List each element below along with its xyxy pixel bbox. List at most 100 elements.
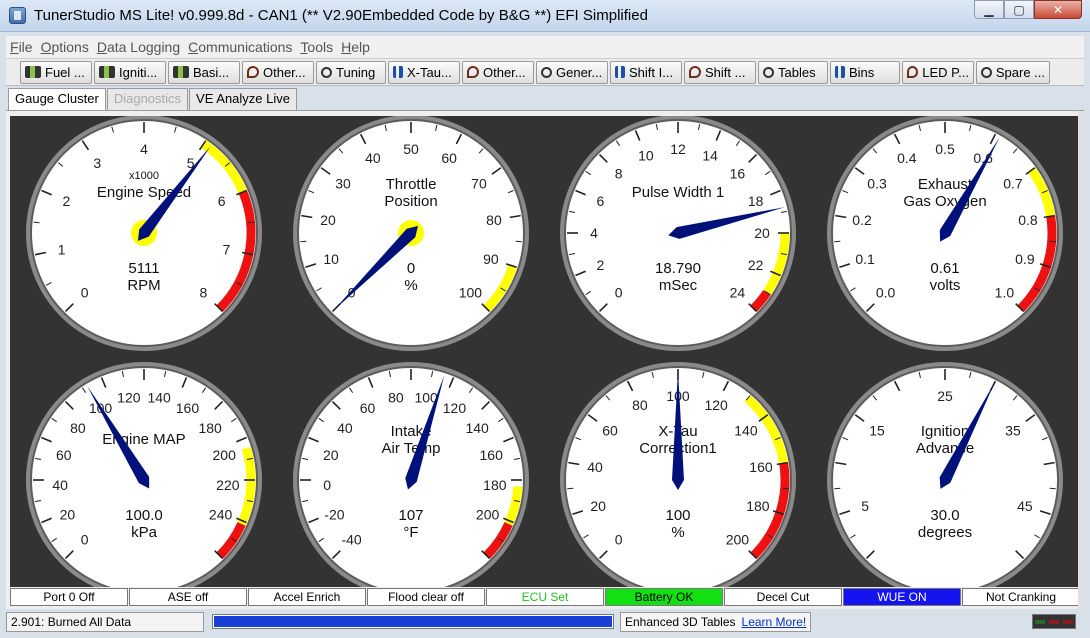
tick-label: 180 <box>483 477 507 493</box>
menu-options[interactable]: Options <box>37 39 93 55</box>
menu-help[interactable]: Help <box>337 39 374 55</box>
tick-label: 80 <box>388 389 404 405</box>
toolbar-button-1[interactable]: Fuel ... <box>20 60 92 84</box>
menu-file[interactable]: File <box>6 39 37 55</box>
gauge-title: Ignition <box>921 423 969 440</box>
gauge-value: 0 <box>407 260 415 277</box>
learn-more-link[interactable]: Learn More! <box>742 615 807 629</box>
indicator-accel-enrich: Accel Enrich <box>248 588 366 606</box>
gauge-value: 18.790 <box>655 260 701 277</box>
tick-label: 60 <box>441 150 457 166</box>
tick-label: 140 <box>465 420 489 436</box>
promo-area: Enhanced 3D Tables Learn More! <box>620 612 812 632</box>
tick-label: 90 <box>483 251 499 267</box>
toolbar-button-10[interactable]: Shift ... <box>684 60 756 84</box>
toolbar-button-7[interactable]: Other... <box>462 60 534 84</box>
maximize-button[interactable]: ▢ <box>1004 0 1034 19</box>
tick-label: 4 <box>590 225 598 241</box>
minimize-button[interactable]: ▁ <box>974 0 1004 19</box>
tick-label: 5 <box>861 498 869 514</box>
tick-label: 0.4 <box>897 150 917 166</box>
tick-label: 3 <box>93 155 101 171</box>
toolbar-button-label: Gener... <box>556 64 603 80</box>
menu-communications[interactable]: Communications <box>184 39 296 55</box>
gauge-value: 100.0 <box>125 507 163 524</box>
tick-label: 200 <box>213 447 237 463</box>
gauge-value: 100 <box>665 507 690 524</box>
tick-label: 16 <box>730 166 746 182</box>
gauge-6: -40-20020406080 100120140160180200IntakeA… <box>293 362 529 587</box>
menu-tools[interactable]: Tools <box>296 39 337 55</box>
tick-label: 40 <box>365 150 381 166</box>
tick-label: 12 <box>670 141 686 157</box>
menu-bar: File Options Data Logging Communications… <box>6 36 1084 58</box>
tick-label: 80 <box>70 420 86 436</box>
tick-label: 40 <box>587 459 603 475</box>
indicator-wue-on: WUE ON <box>843 588 961 606</box>
gauge-value: 5111 <box>128 260 159 277</box>
indicator-battery-ok: Battery OK <box>605 588 723 606</box>
toolbar-button-4[interactable]: Other... <box>242 60 314 84</box>
tick-label: 200 <box>726 531 750 547</box>
tick-label: 0.0 <box>876 284 896 300</box>
gauge-multiplier: x1000 <box>129 170 159 182</box>
tick-label: 140 <box>734 423 758 439</box>
tick-label: 120 <box>704 397 728 413</box>
connector-icon <box>25 66 41 78</box>
gauge-title: Position <box>384 193 437 210</box>
toolbar-button-13[interactable]: LED P... <box>902 60 974 84</box>
toolbar-button-label: LED P... <box>922 64 969 80</box>
window-controls: ▁ ▢ ✕ <box>974 0 1082 19</box>
minor-tick <box>33 221 40 224</box>
toolbar-button-14[interactable]: Spare ... <box>976 60 1050 84</box>
toolbar-button-6[interactable]: X-Tau... <box>388 60 460 84</box>
bars-icon <box>835 66 845 78</box>
toolbar-button-5[interactable]: Tuning <box>316 60 386 84</box>
tick-label: 120 <box>117 389 141 405</box>
connector-icon <box>173 66 189 78</box>
tick-label: 60 <box>602 423 618 439</box>
toolbar-button-12[interactable]: Bins <box>830 60 900 84</box>
gauge-5: 020406080100120140160180200220240Engine … <box>26 362 262 587</box>
tick-label: 180 <box>198 420 222 436</box>
tab-gauge-cluster[interactable]: Gauge Cluster <box>8 88 106 111</box>
tick-label: 20 <box>320 212 336 228</box>
gauge-value: 107 <box>398 507 423 524</box>
toolbar-button-11[interactable]: Tables <box>758 60 828 84</box>
tab-ve-analyze-live[interactable]: VE Analyze Live <box>189 88 297 110</box>
tick-label: -40 <box>341 531 361 547</box>
indicator-ase-off: ASE off <box>129 588 247 606</box>
toolbar-button-8[interactable]: Gener... <box>536 60 608 84</box>
gauge-units: kPa <box>131 524 158 541</box>
hammer-icon <box>467 66 479 78</box>
close-button[interactable]: ✕ <box>1034 0 1082 19</box>
tick-label: 0.9 <box>1015 251 1035 267</box>
gauge-title: Air Temp <box>382 440 441 457</box>
menu-data-logging[interactable]: Data Logging <box>93 39 184 55</box>
tick-label: 100 <box>459 284 483 300</box>
tick-label: 0.7 <box>1003 176 1023 192</box>
gauge-units: degrees <box>918 524 972 541</box>
tick-label: 50 <box>403 141 419 157</box>
tick-label: 120 <box>443 400 467 416</box>
tick-label: 0.1 <box>855 251 875 267</box>
tick-label: 140 <box>147 389 171 405</box>
toolbar-button-9[interactable]: Shift I... <box>610 60 682 84</box>
gauge-title: Pulse Width 1 <box>632 184 725 201</box>
toolbar-button-3[interactable]: Basi... <box>168 60 240 84</box>
gauge-1: 012345678x1000Engine Speed5111RPM <box>26 116 262 351</box>
tab-strip: Gauge Cluster Diagnostics VE Analyze Liv… <box>8 88 298 111</box>
tick-label: 25 <box>937 388 953 404</box>
gauge-4: 0.00.10.20.30.40.50.60.70.80.91.0Exhaust… <box>827 116 1063 351</box>
toolbar-button-label: Bins <box>849 64 875 80</box>
tick-label: 2 <box>596 257 604 273</box>
gauge-grid: 012345678x1000Engine Speed5111RPM0102030… <box>26 116 1063 587</box>
tick-label: 10 <box>638 147 654 163</box>
tick-label: 18 <box>748 193 764 209</box>
toolbar-button-2[interactable]: Igniti... <box>94 60 166 84</box>
tick-label: 20 <box>754 225 770 241</box>
tick-label: 70 <box>471 176 487 192</box>
vertical-scrollbar[interactable] <box>1078 111 1084 609</box>
gauge-units: % <box>404 277 417 294</box>
tick-label: 30 <box>335 176 351 192</box>
